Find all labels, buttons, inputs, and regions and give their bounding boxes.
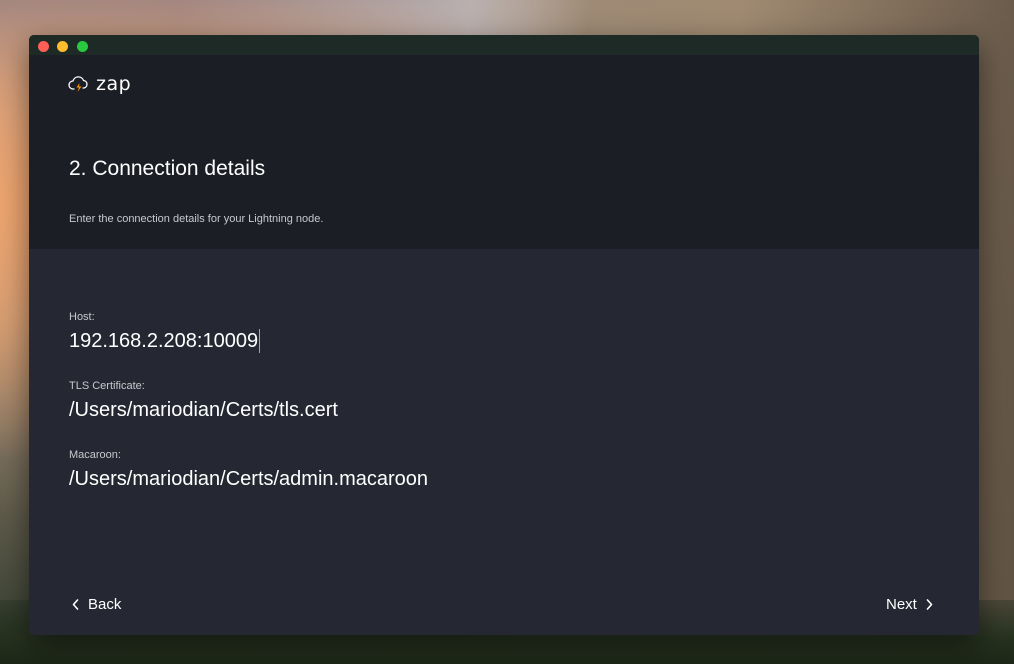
- tls-certificate-input[interactable]: /Users/mariodian/Certs/tls.cert: [69, 397, 629, 423]
- chevron-right-icon: [926, 599, 933, 610]
- macaroon-input[interactable]: /Users/mariodian/Certs/admin.macaroon: [69, 466, 629, 492]
- step-subtitle: Enter the connection details for your Li…: [69, 213, 324, 225]
- app-name: zap: [96, 73, 132, 95]
- host-label: Host:: [69, 311, 95, 323]
- tls-certificate-field: TLS Certificate: /Users/mariodian/Certs/…: [69, 380, 629, 423]
- macaroon-field: Macaroon: /Users/mariodian/Certs/admin.m…: [69, 449, 629, 492]
- minimize-window-button[interactable]: [57, 41, 68, 52]
- host-field: Host: 192.168.2.208:10009: [69, 311, 629, 354]
- tls-certificate-label: TLS Certificate:: [69, 380, 145, 392]
- onboarding-header: zap 2. Connection details Enter the conn…: [29, 55, 979, 249]
- macaroon-label: Macaroon:: [69, 449, 121, 461]
- macaroon-input-value: /Users/mariodian/Certs/admin.macaroon: [69, 468, 429, 490]
- next-button[interactable]: Next: [886, 596, 933, 613]
- next-button-label: Next: [886, 596, 917, 613]
- app-window: zap 2. Connection details Enter the conn…: [29, 35, 979, 635]
- chevron-left-icon: [72, 599, 79, 610]
- app-brand: zap: [68, 73, 131, 95]
- text-caret: [259, 329, 261, 353]
- cloud-lightning-icon: [68, 74, 89, 94]
- back-button[interactable]: Back: [72, 596, 121, 613]
- host-input-value: 192.168.2.208:10009: [69, 330, 259, 352]
- back-button-label: Back: [88, 596, 122, 613]
- host-input[interactable]: 192.168.2.208:10009: [69, 328, 629, 354]
- tls-certificate-input-value: /Users/mariodian/Certs/tls.cert: [69, 399, 338, 421]
- connection-form: Host: 192.168.2.208:10009 TLS Certificat…: [29, 249, 979, 635]
- window-titlebar[interactable]: [29, 35, 979, 55]
- zoom-window-button[interactable]: [77, 41, 88, 52]
- close-window-button[interactable]: [38, 41, 49, 52]
- step-title: 2. Connection details: [69, 157, 266, 180]
